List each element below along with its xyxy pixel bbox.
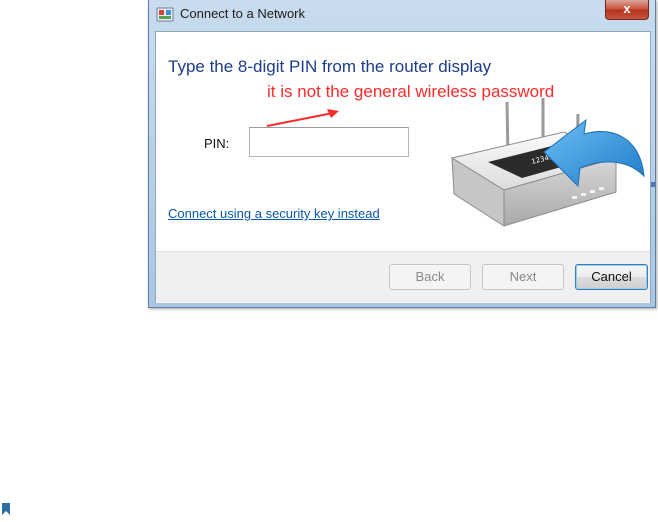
router-icon: 12345678 bbox=[450, 98, 645, 227]
annotation-arrow bbox=[266, 109, 339, 127]
network-wizard-icon bbox=[156, 7, 174, 22]
connect-network-dialog: Connect to a Network x Type the 8-digit … bbox=[148, 0, 656, 308]
close-icon: x bbox=[623, 1, 631, 16]
dialog-content: Type the 8-digit PIN from the router dis… bbox=[155, 31, 651, 303]
cancel-button[interactable]: Cancel bbox=[575, 264, 648, 290]
page-heading: Type the 8-digit PIN from the router dis… bbox=[168, 57, 492, 76]
back-button[interactable]: Back bbox=[389, 264, 471, 290]
window-title: Connect to a Network bbox=[180, 6, 306, 21]
close-button[interactable]: x bbox=[605, 0, 649, 20]
button-bar: Back Next Cancel bbox=[156, 251, 650, 303]
pin-input[interactable] bbox=[249, 127, 409, 157]
edge-marker bbox=[651, 182, 655, 187]
title-bar[interactable]: Connect to a Network x bbox=[149, 0, 655, 31]
bookmark-icon bbox=[2, 503, 10, 515]
security-key-link[interactable]: Connect using a security key instead bbox=[168, 206, 380, 221]
pin-label: PIN: bbox=[204, 136, 230, 151]
next-button[interactable]: Next bbox=[482, 264, 564, 290]
